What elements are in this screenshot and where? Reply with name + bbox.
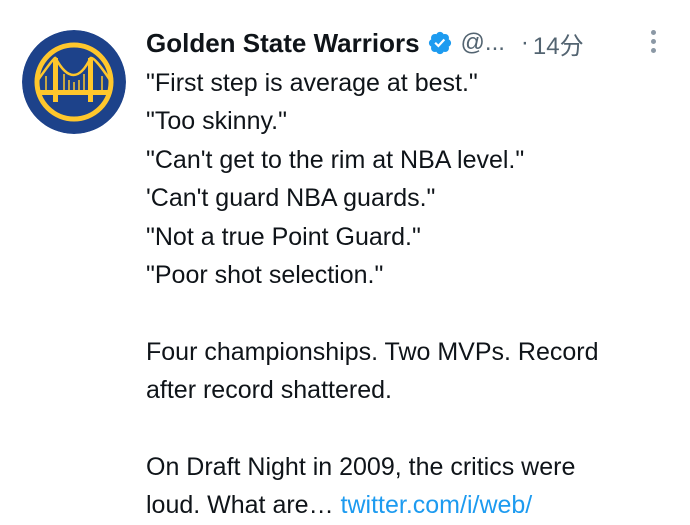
tweet-header: Golden State Warriors @... · 14分: [146, 26, 666, 60]
more-options-icon[interactable]: [644, 30, 662, 58]
avatar[interactable]: [22, 30, 126, 134]
quote-line: "Not a true Point Guard.": [146, 222, 421, 251]
tweet[interactable]: Golden State Warriors @... · 14分 "First …: [0, 0, 690, 521]
tweet-timestamp[interactable]: 14分: [533, 26, 584, 61]
quote-line: "Too skinny.": [146, 107, 287, 136]
author-handle[interactable]: @...: [461, 29, 505, 57]
paragraph-line: On Draft Night in 2009, the critics were: [146, 453, 576, 482]
quote-line: 'Can't guard NBA guards.": [146, 184, 436, 213]
paragraph-line: after record shattered.: [146, 376, 392, 405]
paragraph-line: Four championships. Two MVPs. Record: [146, 337, 599, 366]
quote-line: "Poor shot selection.": [146, 261, 384, 290]
truncated-text: loud. What are…: [146, 491, 341, 520]
tweet-link[interactable]: twitter.com/i/web/: [341, 491, 533, 519]
paragraph-line-with-link: loud. What are… twitter.com/i/web/: [146, 486, 676, 524]
quote-line: "First step is average at best.": [146, 69, 478, 97]
author-display-name[interactable]: Golden State Warriors: [146, 28, 420, 59]
golden-gate-bridge-logo-icon: [22, 30, 126, 134]
verified-badge-icon: [427, 30, 453, 56]
quote-line: "Can't get to the rim at NBA level.": [146, 145, 525, 174]
separator-dot: ·: [520, 29, 529, 56]
tweet-text: "First step is average at best." "Too sk…: [146, 64, 676, 525]
